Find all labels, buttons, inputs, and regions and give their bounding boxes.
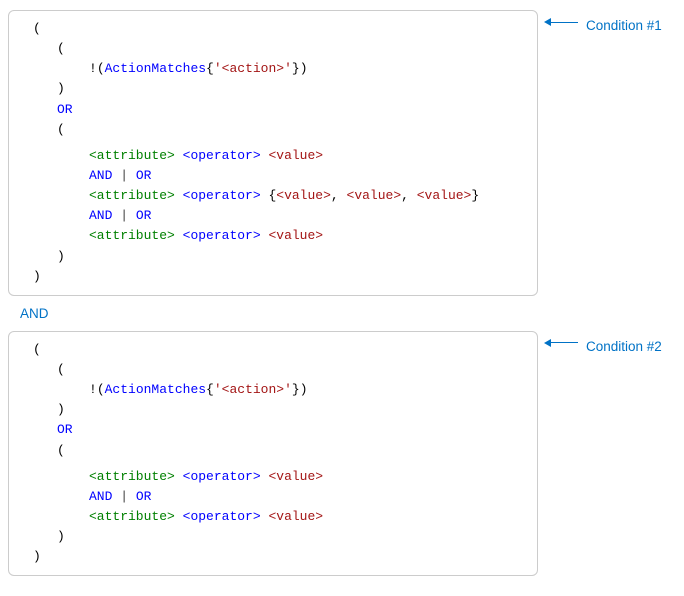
placeholder-value: <value> xyxy=(268,228,323,243)
paren-open: ( xyxy=(97,382,105,397)
placeholder-value: <value> xyxy=(417,188,472,203)
pipe: | xyxy=(112,489,135,504)
code-line: ( xyxy=(13,360,533,380)
code-line: ( xyxy=(13,39,533,59)
brace-open: { xyxy=(206,61,214,76)
quote: ' xyxy=(284,382,292,397)
brace-close: } xyxy=(292,61,300,76)
brace-close: } xyxy=(471,188,479,203)
condition-2-label-text: Condition #2 xyxy=(586,339,662,354)
placeholder-attribute: <attribute> xyxy=(89,509,175,524)
paren-open: ( xyxy=(57,362,65,377)
keyword-and: AND xyxy=(89,208,112,223)
code-line: !(ActionMatches{'<action>'}) xyxy=(13,59,533,79)
paren-close: ) xyxy=(57,81,65,96)
code-line: ) xyxy=(13,547,533,567)
placeholder-value: <value> xyxy=(268,509,323,524)
paren-open: ( xyxy=(57,41,65,56)
comma: , xyxy=(401,188,409,203)
brace-close: } xyxy=(292,382,300,397)
placeholder-value: <value> xyxy=(268,148,323,163)
code-line: AND | OR xyxy=(13,206,533,226)
placeholder-operator: <operator> xyxy=(183,469,261,484)
code-line: <attribute> <operator> <value> xyxy=(13,467,533,487)
keyword-or: OR xyxy=(136,208,152,223)
arrow-left-icon xyxy=(544,18,578,26)
code-line: <attribute> <operator> <value> xyxy=(13,507,533,527)
condition-1-label-text: Condition #1 xyxy=(586,18,662,33)
paren-open: ( xyxy=(57,122,65,137)
placeholder-operator: <operator> xyxy=(183,148,261,163)
code-line: ) xyxy=(13,267,533,287)
code-line: ( xyxy=(13,340,533,360)
keyword-and: AND xyxy=(89,489,112,504)
code-line: <attribute> <operator> <value> xyxy=(13,146,533,166)
placeholder-value: <value> xyxy=(268,469,323,484)
keyword-actionmatches: ActionMatches xyxy=(105,61,206,76)
pipe: | xyxy=(112,168,135,183)
condition-2-box: ( ( !(ActionMatches{'<action>'}) ) OR ( … xyxy=(8,331,538,577)
paren-open: ( xyxy=(97,61,105,76)
code-line: AND | OR xyxy=(13,166,533,186)
placeholder-action: <action> xyxy=(222,382,284,397)
paren-open: ( xyxy=(57,443,65,458)
quote: ' xyxy=(214,382,222,397)
keyword-or: OR xyxy=(136,489,152,504)
paren-close: ) xyxy=(57,402,65,417)
paren-close: ) xyxy=(57,249,65,264)
code-line: ) xyxy=(13,527,533,547)
pipe: | xyxy=(112,208,135,223)
bang: ! xyxy=(89,61,97,76)
placeholder-operator: <operator> xyxy=(183,509,261,524)
condition-1-row: ( ( !(ActionMatches{'<action>'}) ) OR ( … xyxy=(8,10,676,296)
paren-close: ) xyxy=(33,549,41,564)
paren-close: ) xyxy=(57,529,65,544)
code-line: <attribute> <operator> {<value>, <value>… xyxy=(13,186,533,206)
code-line: ) xyxy=(13,247,533,267)
paren-open: ( xyxy=(33,21,41,36)
condition-2-label: Condition #2 xyxy=(538,331,676,354)
keyword-or: OR xyxy=(57,102,73,117)
placeholder-attribute: <attribute> xyxy=(89,148,175,163)
code-line: ( xyxy=(13,19,533,39)
quote: ' xyxy=(214,61,222,76)
paren-close: ) xyxy=(300,382,308,397)
placeholder-attribute: <attribute> xyxy=(89,228,175,243)
quote: ' xyxy=(284,61,292,76)
placeholder-attribute: <attribute> xyxy=(89,469,175,484)
keyword-or: OR xyxy=(57,422,73,437)
code-line: <attribute> <operator> <value> xyxy=(13,226,533,246)
comma: , xyxy=(331,188,339,203)
arrow-left-icon xyxy=(544,339,578,347)
code-line: AND | OR xyxy=(13,487,533,507)
keyword-and: AND xyxy=(89,168,112,183)
condition-2-row: ( ( !(ActionMatches{'<action>'}) ) OR ( … xyxy=(8,331,676,577)
brace-open: { xyxy=(206,382,214,397)
placeholder-action: <action> xyxy=(222,61,284,76)
paren-open: ( xyxy=(33,342,41,357)
code-line: !(ActionMatches{'<action>'}) xyxy=(13,380,533,400)
code-line: ) xyxy=(13,79,533,99)
placeholder-value: <value> xyxy=(276,188,331,203)
paren-close: ) xyxy=(300,61,308,76)
code-line: OR xyxy=(13,420,533,440)
code-line: ( xyxy=(13,120,533,140)
paren-close: ) xyxy=(33,269,41,284)
connector-and: AND xyxy=(20,306,676,321)
code-line: ) xyxy=(13,400,533,420)
placeholder-value: <value> xyxy=(347,188,402,203)
code-line: ( xyxy=(13,441,533,461)
keyword-actionmatches: ActionMatches xyxy=(105,382,206,397)
condition-1-label: Condition #1 xyxy=(538,10,676,33)
bang: ! xyxy=(89,382,97,397)
condition-1-box: ( ( !(ActionMatches{'<action>'}) ) OR ( … xyxy=(8,10,538,296)
code-line: OR xyxy=(13,100,533,120)
placeholder-operator: <operator> xyxy=(183,228,261,243)
placeholder-operator: <operator> xyxy=(183,188,261,203)
placeholder-attribute: <attribute> xyxy=(89,188,175,203)
keyword-or: OR xyxy=(136,168,152,183)
